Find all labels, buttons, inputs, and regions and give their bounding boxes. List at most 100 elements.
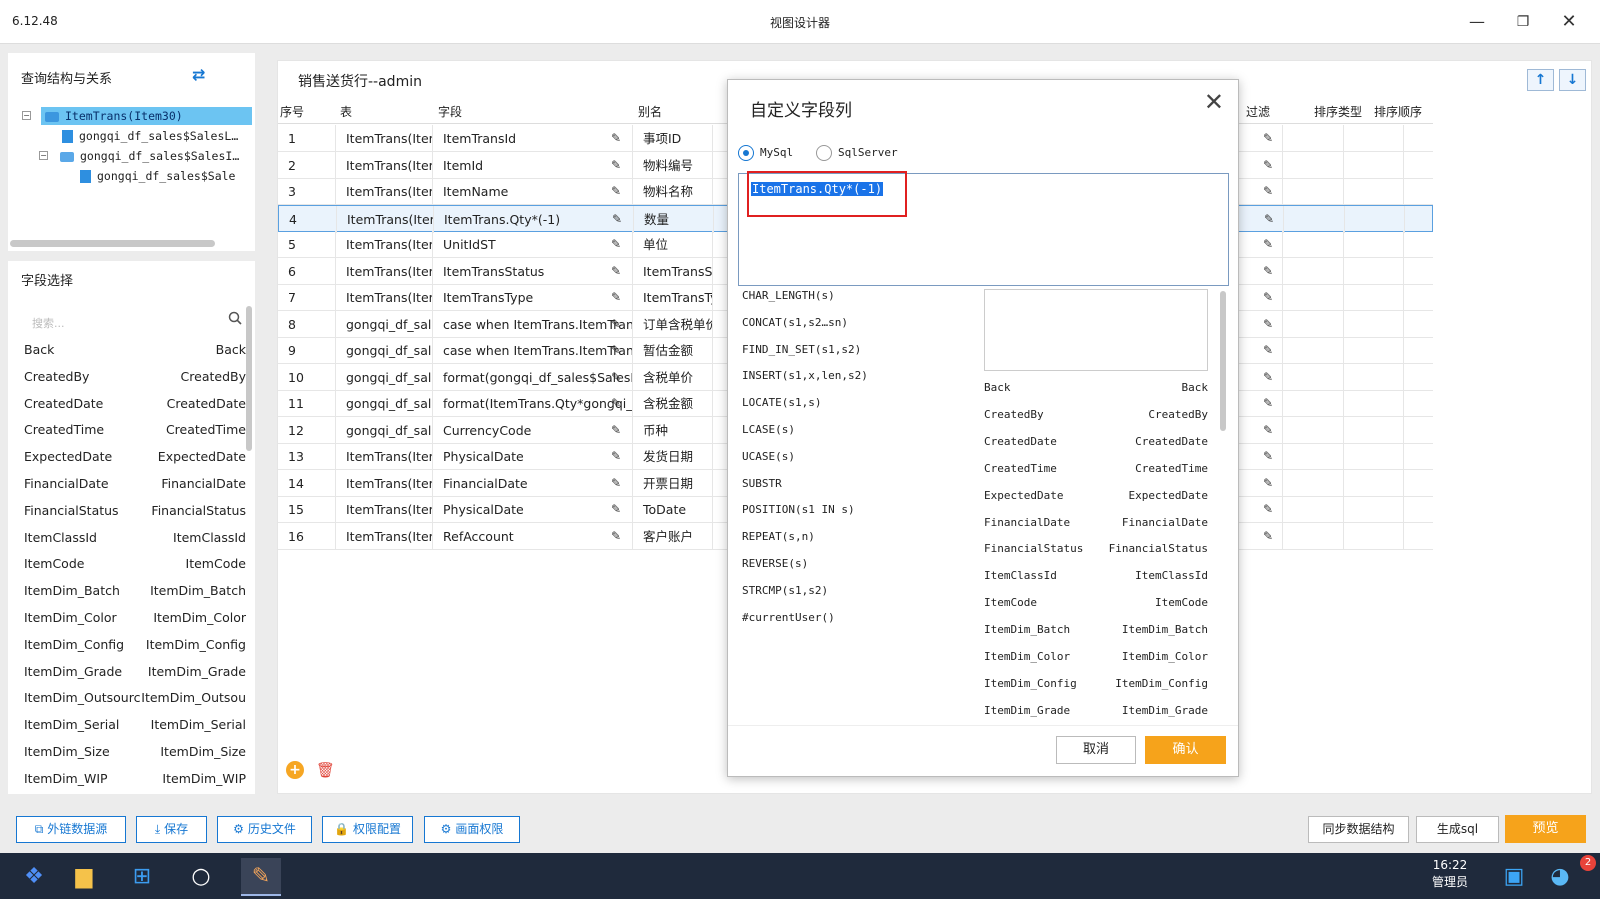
cell-table[interactable]: ItemTrans(Iter [336,231,433,258]
field-item[interactable]: FinancialDate FinancialDate [24,471,246,497]
edit-filter-icon[interactable]: ✎ [1263,238,1275,250]
cell-alias[interactable]: ItemTransTyp [633,284,713,311]
tree-node-sales-line[interactable]: gongqi_df_sales$SalesL… [62,127,238,145]
function-item[interactable]: INSERT(s1,x,len,s2) [742,362,868,389]
edit-icon[interactable]: ✎ [611,291,623,303]
search-app-icon[interactable]: ○ [181,858,221,896]
cell-alias[interactable]: 订单含税单价 [633,310,713,338]
cell-sort-order[interactable] [1344,310,1404,338]
cell-alias[interactable]: 含税单价 [633,363,713,391]
cell-sort-type[interactable] [1284,151,1344,179]
dialog-field-item[interactable]: ItemDim_Color ItemDim_Color [984,643,1208,670]
function-item[interactable]: REPEAT(s,n) [742,523,815,550]
cell-sort-type[interactable] [1284,443,1344,470]
monitor-icon[interactable]: ▣ [1494,858,1534,896]
field-item[interactable]: ItemDim_Batch ItemDim_Batch [24,578,246,604]
chat-icon[interactable]: ◕ [1540,858,1580,896]
cell-field[interactable]: ItemTransId [433,125,633,152]
cell-sort-order[interactable] [1344,284,1404,311]
edit-filter-icon[interactable]: ✎ [1263,344,1275,356]
cell-table[interactable]: ItemTrans(Iter [336,522,433,550]
cell-sort-order[interactable] [1344,178,1404,205]
function-item[interactable]: POSITION(s1 IN s) [742,496,855,523]
edit-icon[interactable]: ✎ [611,450,623,462]
function-item[interactable]: UCASE(s) [742,443,795,470]
sync-structure-button[interactable]: 同步数据结构 [1308,816,1409,843]
edit-icon[interactable]: ✎ [611,185,623,197]
tree-node-sales-item[interactable]: gongqi_df_sales$SalesI… [60,147,239,165]
dialog-field-item[interactable]: ItemCode ItemCode [984,589,1208,616]
function-item[interactable]: #currentUser() [742,604,835,631]
tree-node-root[interactable]: ItemTrans(Item30) [41,107,252,125]
cell-table[interactable]: ItemTrans(Iter [336,443,433,470]
cell-sort-order[interactable] [1344,443,1404,470]
confirm-button[interactable]: 确认 [1145,736,1226,764]
cell-alias[interactable]: 发货日期 [633,443,713,470]
edit-icon[interactable]: ✎ [611,318,623,330]
cell-table[interactable]: ItemTrans(Iter [336,151,433,179]
cell-sort-type[interactable] [1284,363,1344,391]
cell-table[interactable]: gongqi_df_sal [336,310,433,338]
edit-icon[interactable]: ✎ [611,477,623,489]
cell-field[interactable]: UnitIdST [433,231,633,258]
edit-filter-icon[interactable]: ✎ [1264,213,1276,225]
edit-filter-icon[interactable]: ✎ [1263,185,1275,197]
field-item[interactable]: ItemDim_Size ItemDim_Size [24,739,246,765]
dialog-field-item[interactable]: ExpectedDate ExpectedDate [984,482,1208,509]
cell-field[interactable]: ItemTransType [433,284,633,311]
move-up-button[interactable]: ↑ [1527,69,1554,91]
cell-sort-type[interactable] [1284,284,1344,311]
cell-alias[interactable]: 暂估金额 [633,337,713,364]
cell-alias[interactable]: 物料编号 [633,151,713,179]
edit-icon[interactable]: ✎ [611,265,623,277]
cell-sort-order[interactable] [1344,125,1404,152]
cell-field[interactable]: PhysicalDate [433,443,633,470]
dialog-field-item[interactable]: CreatedDate CreatedDate [984,428,1208,455]
close-icon[interactable]: ✕ [1204,90,1224,114]
cell-alias[interactable]: 含税金额 [633,390,713,417]
cell-sort-type[interactable] [1285,205,1345,233]
cell-alias[interactable]: 客户账户 [633,522,713,550]
cell-sort-type[interactable] [1284,390,1344,417]
field-item[interactable]: ItemCode ItemCode [24,551,246,577]
cell-alias[interactable]: 开票日期 [633,469,713,497]
function-item[interactable]: LCASE(s) [742,416,795,443]
edit-filter-icon[interactable]: ✎ [1263,424,1275,436]
field-search[interactable]: 搜索... [22,311,242,333]
cell-sort-order[interactable] [1345,205,1405,233]
edit-filter-icon[interactable]: ✎ [1263,450,1275,462]
cell-field[interactable]: format(ItemTrans.Qty*gongqi_ [433,390,633,417]
field-item[interactable]: ExpectedDate ExpectedDate [24,444,246,470]
cell-sort-type[interactable] [1284,257,1344,285]
cell-alias[interactable]: ItemTransStat [633,257,713,285]
move-down-button[interactable]: ↓ [1559,69,1586,91]
cell-table[interactable]: ItemTrans(Iter [336,257,433,285]
dialog-field-item[interactable]: ItemDim_Config ItemDim_Config [984,670,1208,697]
cell-table[interactable]: ItemTrans(Iter [336,125,433,152]
delete-row-button[interactable]: 🗑 [316,761,335,779]
function-item[interactable]: STRCMP(s1,s2) [742,577,828,604]
edit-filter-icon[interactable]: ✎ [1263,371,1275,383]
cell-table[interactable]: ItemTrans(Iter [336,496,433,523]
cell-field[interactable]: format(gongqi_df_sales$SalesI [433,363,633,391]
cell-alias[interactable]: 单位 [633,231,713,258]
field-item[interactable]: ItemDim_Color ItemDim_Color [24,605,246,631]
search-input[interactable]: 搜索... [32,315,65,331]
field-item[interactable]: Back Back [24,337,246,363]
field-item[interactable]: ItemDim_Config ItemDim_Config [24,632,246,658]
function-item[interactable]: FIND_IN_SET(s1,s2) [742,336,861,363]
search-icon[interactable] [228,311,242,325]
cell-field[interactable]: FinancialDate [433,469,633,497]
collapse-icon[interactable]: − [22,111,31,120]
field-item[interactable]: ItemClassId ItemClassId [24,525,246,551]
dialog-field-item[interactable]: ItemDim_Batch ItemDim_Batch [984,616,1208,643]
edit-icon[interactable]: ✎ [611,503,623,515]
radio-mysql[interactable]: MySql [738,144,793,162]
external-source-button[interactable]: ⧉ 外链数据源 [16,816,126,843]
radio-sqlserver[interactable]: SqlServer [816,144,898,162]
field-item[interactable]: CreatedBy CreatedBy [24,364,246,390]
edit-icon[interactable]: ✎ [611,530,623,542]
dialog-field-item[interactable]: FinancialStatus FinancialStatus [984,535,1208,562]
cell-field[interactable]: case when ItemTrans.ItemTran [433,337,633,364]
cell-sort-type[interactable] [1284,522,1344,550]
